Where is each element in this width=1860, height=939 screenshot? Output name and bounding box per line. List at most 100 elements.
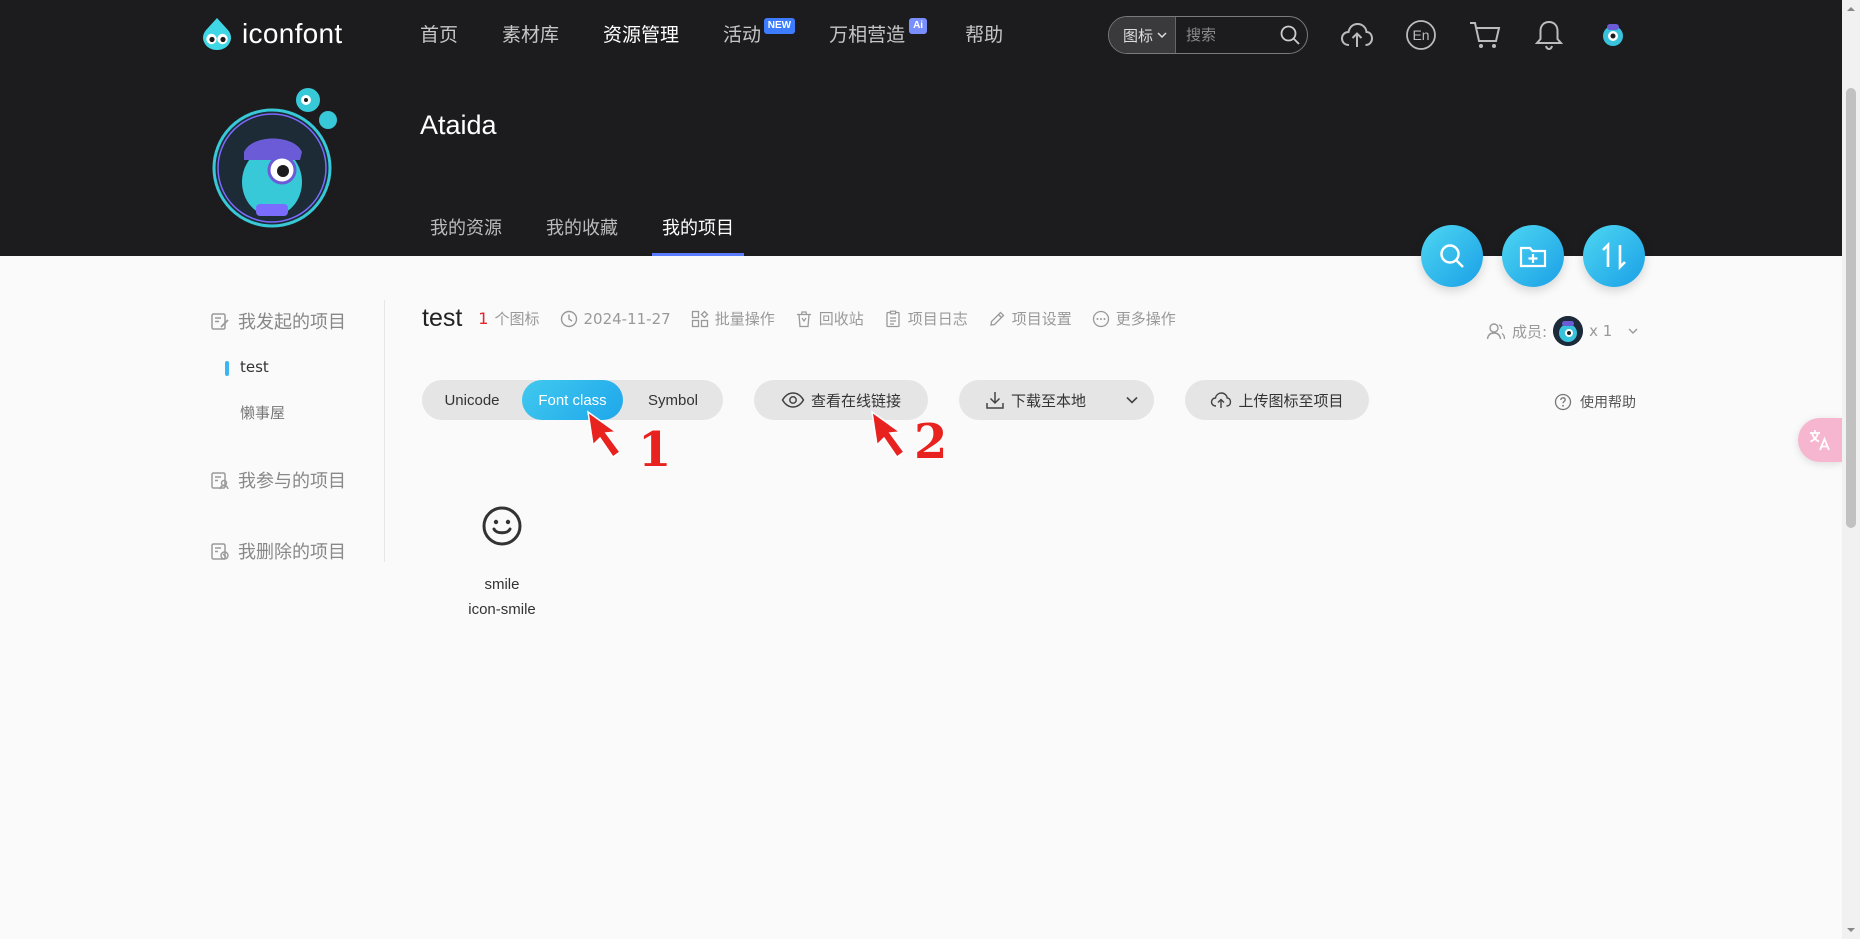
annotation-arrow-1 [586, 410, 622, 459]
members-dropdown[interactable]: 成员: x 1 [1486, 316, 1640, 346]
member-avatar [1553, 316, 1584, 346]
username: Ataida [420, 110, 497, 140]
batch-icon [691, 310, 709, 327]
cart-button[interactable] [1466, 16, 1504, 54]
logo[interactable]: iconfont [198, 14, 342, 54]
search-type-select[interactable]: 图标 [1109, 17, 1177, 53]
scroll-thumb[interactable] [1846, 88, 1856, 528]
clock-icon [560, 310, 577, 327]
svg-text:En: En [1412, 27, 1429, 43]
notification-button[interactable] [1530, 16, 1568, 54]
icon-class-name: icon-smile [468, 601, 536, 618]
download-icon [986, 392, 1004, 409]
recycle-bin-icon [796, 310, 811, 327]
usage-help-link[interactable]: 使用帮助 [1554, 392, 1636, 412]
top-navbar: iconfont 首页 素材库 资源管理 活动 NEW 万相营造 Ai 帮助 图… [0, 0, 1842, 70]
sidebar-group-created-label: 我发起的项目 [238, 312, 346, 333]
scroll-down-arrow-icon[interactable] [1846, 925, 1856, 935]
subtab-my-favorites[interactable]: 我的收藏 [536, 200, 628, 256]
recycle-bin-button[interactable]: 回收站 [795, 308, 864, 329]
project-date: 2024-11-27 [560, 310, 671, 328]
translate-icon [1810, 430, 1830, 451]
search-input[interactable] [1176, 17, 1273, 53]
icon-count-label-wrap: 个图标 [494, 308, 540, 329]
icon-name: smile [484, 576, 520, 593]
logo-icon [203, 18, 231, 50]
upload-to-project-label: 上传图标至项目 [1238, 391, 1344, 410]
logo-text: iconfont [242, 18, 343, 49]
sidebar-item-lanshiwu[interactable]: 懒事屋 [240, 402, 285, 423]
subtab-my-projects[interactable]: 我的项目 [652, 200, 744, 256]
tab-unicode[interactable]: Unicode [422, 380, 522, 420]
batch-operation-button[interactable]: 批量操作 [691, 308, 775, 329]
upload-button[interactable] [1338, 16, 1376, 54]
profile-avatar[interactable] [212, 78, 346, 230]
project-header: test 1 个图标 2024-11-27 批量操作 回收站 项目日志 项目设置… [422, 304, 1196, 333]
more-actions-label: 更多操作 [1115, 310, 1176, 328]
floating-translate-button[interactable] [1798, 418, 1842, 462]
project-log-button[interactable]: 项目日志 [884, 308, 968, 329]
download-local-label: 下载至本地 [1011, 391, 1087, 410]
more-icon [1092, 310, 1109, 327]
project-user-icon [211, 472, 229, 490]
sidebar-group-deleted-label: 我删除的项目 [238, 542, 346, 563]
sort-icon [1602, 241, 1626, 271]
chevron-down-icon[interactable] [1124, 392, 1140, 408]
language-button[interactable]: En [1402, 16, 1440, 54]
nav-item-help[interactable]: 帮助 [965, 20, 1003, 47]
search-icon [1440, 244, 1464, 268]
help-icon [1554, 393, 1572, 411]
view-online-link-label: 查看在线链接 [810, 391, 901, 410]
subtab-my-resources[interactable]: 我的资源 [420, 200, 512, 256]
project-date-text: 2024-11-27 [583, 309, 671, 328]
project-sidebar: 我发起的项目 test 懒事屋 我参与的项目 我删除的项目 [210, 300, 385, 564]
annotation-number-1: 1 [638, 422, 672, 478]
sidebar-group-created[interactable]: 我发起的项目 [210, 308, 346, 334]
nav-item-activity-label: 活动 [723, 24, 762, 46]
nav-item-activity[interactable]: 活动 NEW [723, 18, 796, 47]
bell-icon [1534, 20, 1564, 51]
search-button[interactable] [1273, 17, 1307, 53]
sidebar-group-deleted[interactable]: 我删除的项目 [210, 538, 346, 564]
project-edit-icon [211, 313, 229, 330]
upload-cloud-icon [1211, 392, 1232, 408]
icon-count-label: 个图标 [494, 310, 540, 328]
scroll-up-arrow-icon[interactable] [1846, 4, 1856, 14]
sidebar-group-joined-label: 我参与的项目 [238, 471, 346, 492]
ai-badge: Ai [909, 18, 928, 34]
nav-item-resource-management[interactable]: 资源管理 [603, 20, 679, 47]
format-tabs: Unicode Font class Symbol [422, 380, 723, 420]
fab-search-button[interactable] [1421, 225, 1483, 287]
icon-card[interactable]: smile icon-smile [446, 500, 558, 618]
upload-to-project-button[interactable]: 上传图标至项目 [1185, 380, 1369, 420]
smile-icon [482, 506, 522, 546]
nav-item-wanxiang-label: 万相营造 [829, 24, 906, 46]
more-actions-button[interactable]: 更多操作 [1092, 308, 1176, 329]
icon-count: 1 [478, 309, 489, 328]
annotation-arrow-2 [870, 410, 906, 459]
user-menu[interactable] [1594, 16, 1632, 54]
fab-new-folder-button[interactable] [1502, 225, 1564, 287]
nav-item-wanxiang[interactable]: 万相营造 Ai [829, 18, 928, 47]
project-title: test [422, 304, 463, 332]
download-local-button[interactable]: 下载至本地 [959, 380, 1154, 420]
project-deleted-icon [211, 543, 229, 560]
sidebar-item-test[interactable]: test [225, 358, 269, 376]
eye-icon [781, 392, 805, 408]
page-scrollbar[interactable] [1842, 0, 1860, 939]
nav-item-material-library[interactable]: 素材库 [502, 20, 559, 47]
project-log-label: 项目日志 [907, 310, 968, 328]
header: iconfont 首页 素材库 资源管理 活动 NEW 万相营造 Ai 帮助 图… [0, 0, 1842, 256]
profile-subtabs: 我的资源 我的收藏 我的项目 [420, 200, 768, 256]
usage-help-label: 使用帮助 [1580, 395, 1636, 411]
sidebar-group-joined[interactable]: 我参与的项目 [210, 467, 346, 493]
chevron-down-icon [1628, 328, 1638, 334]
top-icons: En [1338, 16, 1658, 54]
project-settings-button[interactable]: 项目设置 [988, 308, 1072, 329]
upload-cloud-icon [1340, 22, 1374, 47]
tab-symbol[interactable]: Symbol [623, 380, 723, 420]
nav-item-home[interactable]: 首页 [420, 20, 458, 47]
fab-sort-button[interactable] [1583, 225, 1645, 287]
batch-operation-label: 批量操作 [714, 310, 775, 328]
add-folder-icon [1519, 246, 1547, 268]
